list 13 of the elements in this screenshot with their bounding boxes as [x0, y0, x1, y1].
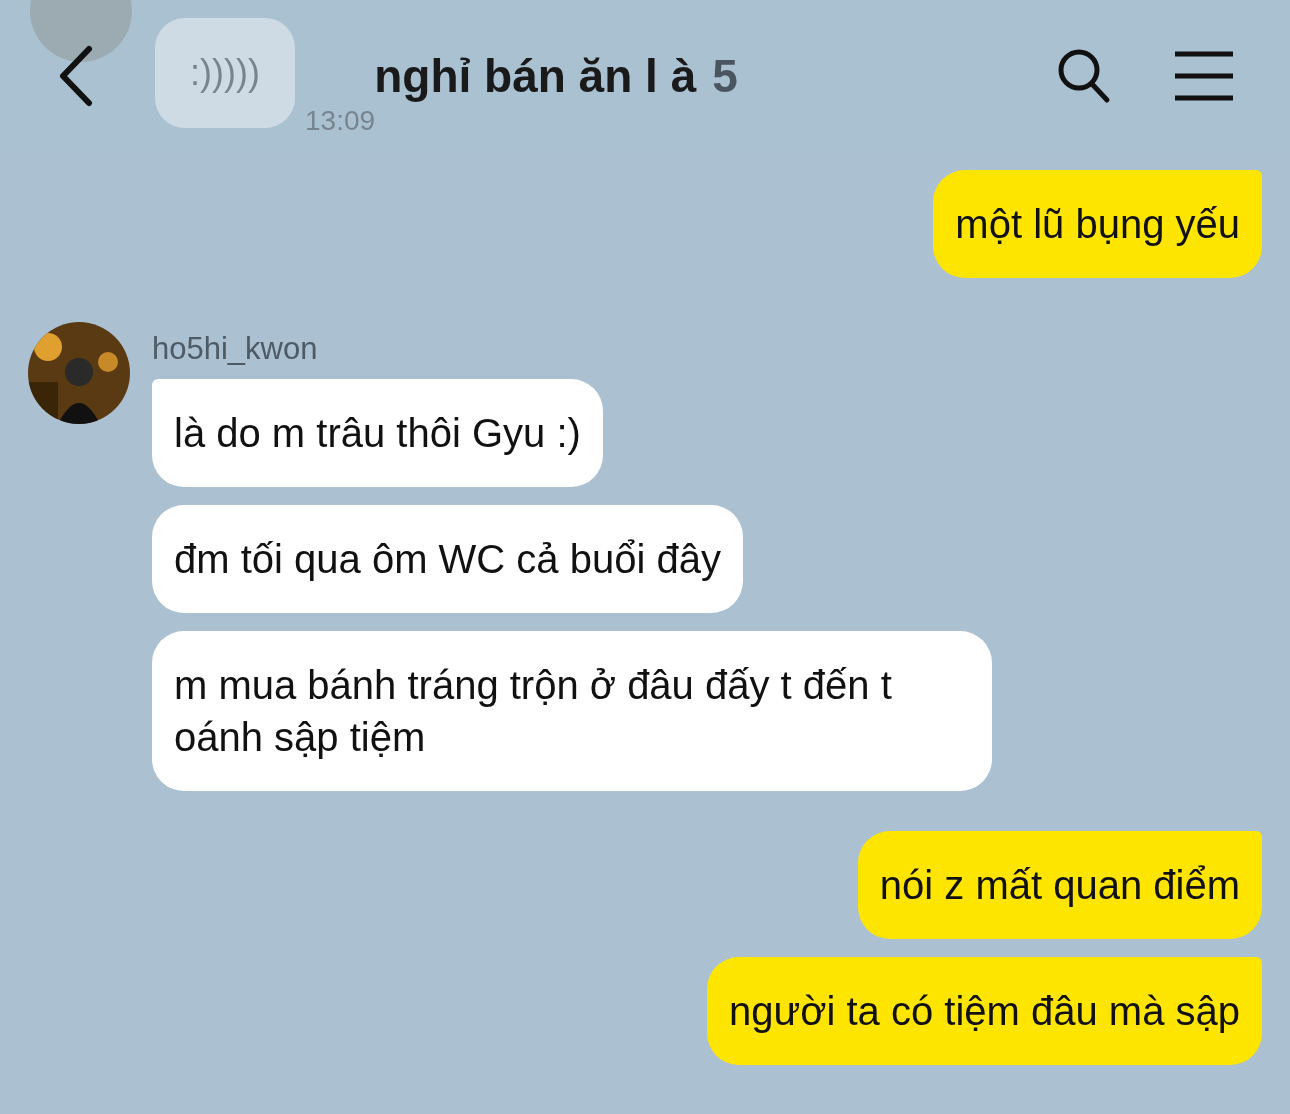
sender-name: ho5hi_kwon: [152, 330, 319, 368]
chat-title: nghỉ bán ăn l à: [374, 48, 697, 104]
message-time: 13:09: [305, 104, 376, 138]
menu-icon[interactable]: [1173, 50, 1235, 102]
message-bubble: m mua bánh tráng trộn ở đâu đấy t đến t oánh sập tiệm: [152, 630, 992, 791]
message-bubble: :))))): [155, 18, 295, 128]
message-bubble: người ta có tiệm đâu mà sập: [706, 956, 1262, 1065]
search-icon[interactable]: [1057, 48, 1111, 104]
message-bubble: một lũ bụng yếu: [933, 170, 1262, 278]
member-count: 5: [712, 48, 738, 104]
message-bubble: nói z mất quan điểm: [857, 830, 1262, 939]
message-bubble: là do m trâu thôi Gyu :): [152, 378, 603, 487]
message-bubble: đm tối qua ôm WC cả buổi đây: [152, 504, 743, 613]
